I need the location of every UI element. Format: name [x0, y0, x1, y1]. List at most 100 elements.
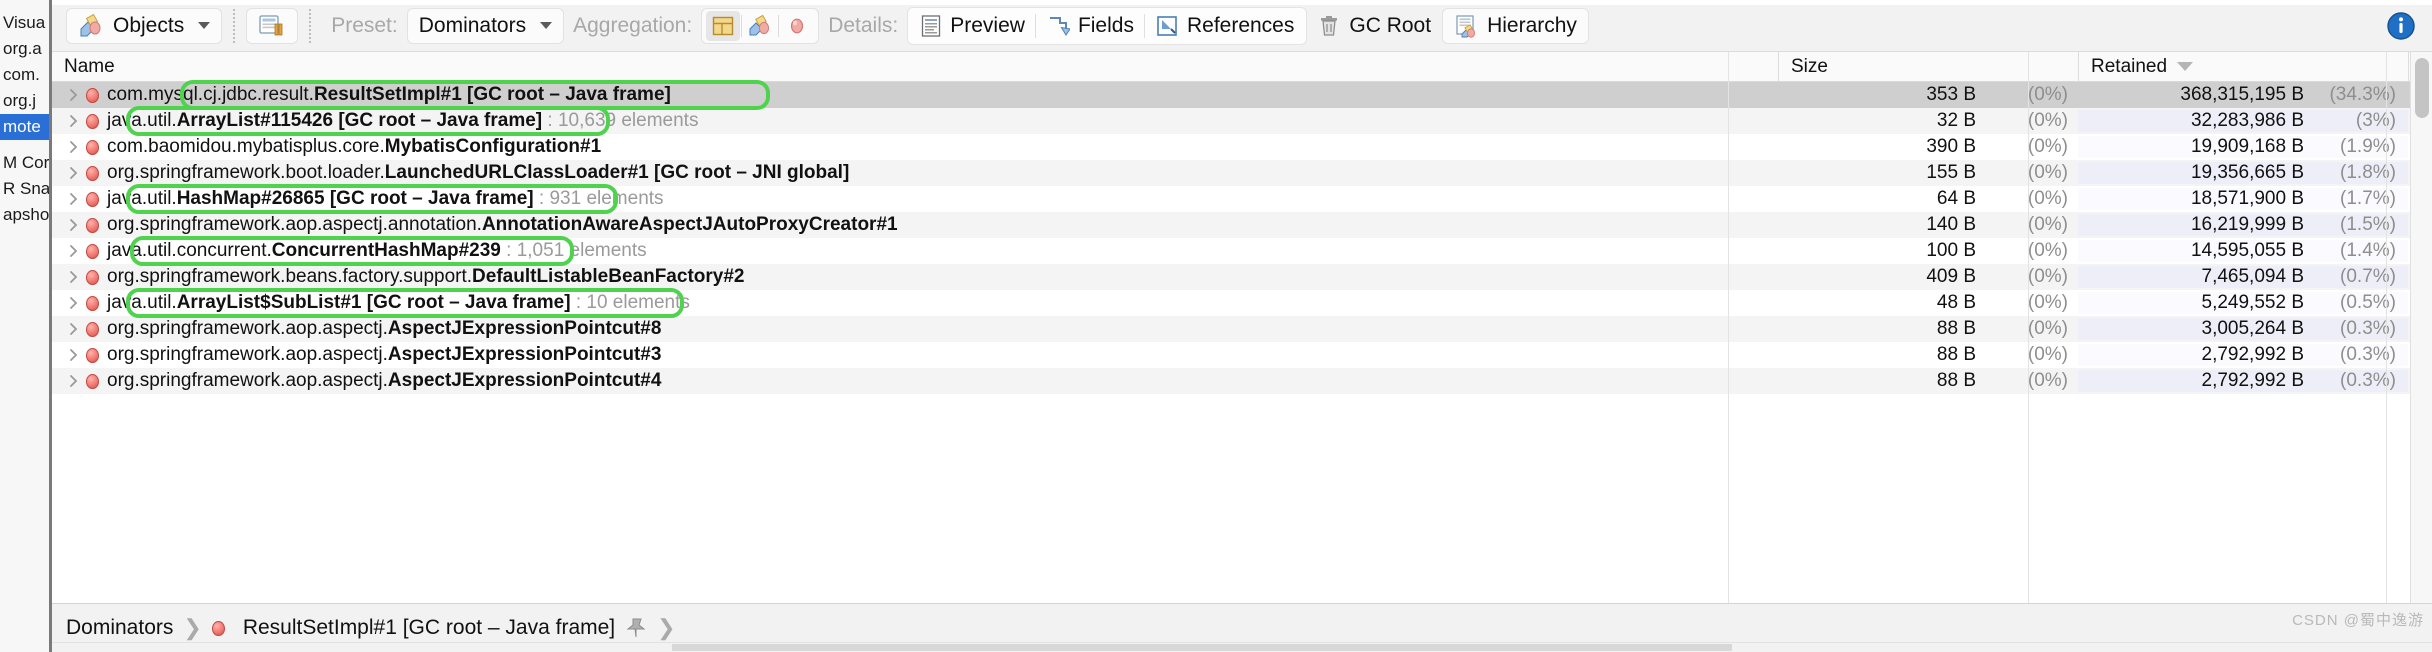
size-percent: (0%): [2027, 292, 2068, 313]
object-instance-icon: [86, 243, 99, 259]
cell-name: com.mysql.cj.jdbc.result.ResultSetImpl#1…: [52, 82, 1778, 108]
details-fields-button[interactable]: Fields: [1036, 10, 1144, 42]
retained-percent: (34.3%): [2329, 84, 2396, 105]
chevron-down-icon: [198, 22, 211, 29]
objects-button[interactable]: Objects: [66, 7, 223, 44]
aggregation-classes-button[interactable]: [706, 10, 741, 41]
table-row[interactable]: java.util.concurrent.ConcurrentHashMap#2…: [52, 238, 2432, 264]
retained-percent: (0.7%): [2340, 266, 2396, 287]
size-value: 140 B: [1926, 214, 1976, 235]
cell-name: java.util.HashMap#26865 [GC root – Java …: [52, 186, 1778, 212]
retained-value: 19,356,665 B: [2190, 162, 2304, 183]
object-name-label: org.springframework.aop.aspectj.AspectJE…: [107, 344, 662, 365]
gc-root-button[interactable]: GC Root: [1307, 8, 1442, 44]
left-panel-item-6[interactable]: R Snap: [0, 176, 49, 202]
object-instance-icon: [86, 347, 99, 363]
pin-icon[interactable]: [625, 617, 647, 639]
expand-chevron-icon[interactable]: [60, 82, 86, 108]
table-row[interactable]: org.springframework.boot.loader.Launched…: [52, 160, 2432, 186]
element-count-label: : 1,051 elements: [500, 240, 647, 261]
expand-chevron-icon[interactable]: [60, 290, 86, 316]
toolbar: Objects Preset: Dominators Aggregation: …: [52, 0, 2432, 52]
expand-chevron-icon[interactable]: [60, 186, 86, 212]
details-button-group: Preview Fields References: [907, 6, 1308, 45]
expand-chevron-icon[interactable]: [60, 368, 86, 394]
left-panel-item-4[interactable]: mote: [0, 114, 49, 140]
classes-grid-icon: [711, 14, 735, 38]
object-instance-icon: [86, 269, 99, 285]
expand-chevron-icon[interactable]: [60, 212, 86, 238]
table-row[interactable]: org.springframework.beans.factory.suppor…: [52, 264, 2432, 290]
object-name-label: org.springframework.aop.aspectj.AspectJE…: [107, 370, 662, 391]
table-row[interactable]: java.util.HashMap#26865 [GC root – Java …: [52, 186, 2432, 212]
aggregation-packages-button[interactable]: [743, 11, 777, 41]
expand-chevron-icon[interactable]: [60, 134, 86, 160]
info-icon[interactable]: [2386, 11, 2416, 41]
size-percent: (0%): [2027, 110, 2068, 131]
column-header-name[interactable]: Name: [52, 52, 1778, 82]
hierarchy-button[interactable]: Hierarchy: [1442, 7, 1589, 44]
size-value: 353 B: [1926, 84, 1976, 105]
column-header-size[interactable]: Size: [1778, 52, 2078, 82]
size-value: 409 B: [1926, 266, 1976, 287]
retained-percent: (1.7%): [2340, 188, 2396, 209]
details-references-button[interactable]: References: [1145, 10, 1304, 42]
size-percent: (0%): [2027, 188, 2068, 209]
object-instance-icon: [86, 373, 99, 389]
column-header-retained[interactable]: Retained: [2078, 52, 2408, 82]
left-panel-item-1-label: org.a: [3, 39, 42, 58]
left-panel-item-2[interactable]: com.: [0, 62, 49, 88]
expand-chevron-icon[interactable]: [60, 342, 86, 368]
retained-value: 3,005,264 B: [2201, 318, 2304, 339]
left-panel-item-7[interactable]: apsho: [0, 202, 49, 228]
expand-chevron-icon[interactable]: [60, 160, 86, 186]
left-panel-item-1[interactable]: org.a: [0, 36, 49, 62]
object-name-label: java.util.concurrent.ConcurrentHashMap#2…: [107, 240, 647, 261]
horizontal-scrollbar[interactable]: [672, 644, 1732, 651]
retained-percent: (1.5%): [2340, 214, 2396, 235]
snapshot-compare-button[interactable]: [246, 7, 299, 44]
hierarchy-icon: [1454, 14, 1478, 38]
left-panel-item-3[interactable]: org.j: [0, 88, 49, 114]
retained-percent: (0.3%): [2340, 370, 2396, 391]
table-row[interactable]: org.springframework.aop.aspectj.AspectJE…: [52, 368, 2432, 394]
retained-percent: (1.8%): [2340, 162, 2396, 183]
vertical-scrollbar-thumb[interactable]: [2415, 58, 2429, 118]
retained-value: 18,571,900 B: [2190, 188, 2304, 209]
details-preview-button[interactable]: Preview: [910, 10, 1035, 42]
table-row[interactable]: java.util.ArrayList$SubList#1 [GC root –…: [52, 290, 2432, 316]
preview-icon: [920, 14, 942, 38]
retained-percent: (3%): [2355, 110, 2396, 131]
table-row[interactable]: org.springframework.aop.aspectj.AspectJE…: [52, 342, 2432, 368]
toolbar-divider-1: [233, 8, 236, 43]
left-panel-item-5[interactable]: M Core: [0, 150, 49, 176]
retained-value: 19,909,168 B: [2190, 136, 2304, 157]
breadcrumb-current[interactable]: ResultSetImpl#1 [GC root – Java frame]: [243, 616, 615, 640]
preset-dropdown[interactable]: Dominators: [406, 7, 565, 44]
expand-chevron-icon[interactable]: [60, 108, 86, 134]
cell-retained: 18,571,900 B (1.7%): [2078, 188, 2408, 210]
cell-retained: 19,909,168 B (1.9%): [2078, 136, 2408, 158]
retained-percent: (1.4%): [2340, 240, 2396, 261]
left-panel-item-0[interactable]: Visua: [0, 10, 49, 36]
sort-descending-icon: [2177, 62, 2194, 71]
aggregation-instances-button[interactable]: [780, 11, 814, 41]
expand-chevron-icon[interactable]: [60, 238, 86, 264]
preset-label: Preset:: [331, 13, 398, 37]
expand-chevron-icon[interactable]: [60, 264, 86, 290]
table-row[interactable]: com.baomidou.mybatisplus.core.MybatisCon…: [52, 134, 2432, 160]
table-row[interactable]: org.springframework.aop.aspectj.annotati…: [52, 212, 2432, 238]
table-body: com.mysql.cj.jdbc.result.ResultSetImpl#1…: [52, 82, 2432, 394]
expand-chevron-icon[interactable]: [60, 316, 86, 342]
breadcrumb-root[interactable]: Dominators: [66, 616, 173, 640]
table-row[interactable]: java.util.ArrayList#115426 [GC root – Ja…: [52, 108, 2432, 134]
watermark: CSDN @蜀中逸游: [2292, 612, 2424, 629]
retained-value: 5,249,552 B: [2201, 292, 2304, 313]
object-name-label: java.util.ArrayList#115426 [GC root – Ja…: [107, 110, 699, 131]
table-row[interactable]: org.springframework.aop.aspectj.AspectJE…: [52, 316, 2432, 342]
left-panel-item-4-label: mote: [3, 117, 41, 136]
size-value: 64 B: [1936, 188, 1976, 209]
cell-name: org.springframework.aop.aspectj.AspectJE…: [52, 368, 1778, 394]
vertical-scrollbar[interactable]: [2410, 52, 2432, 603]
table-row[interactable]: com.mysql.cj.jdbc.result.ResultSetImpl#1…: [52, 82, 2432, 108]
